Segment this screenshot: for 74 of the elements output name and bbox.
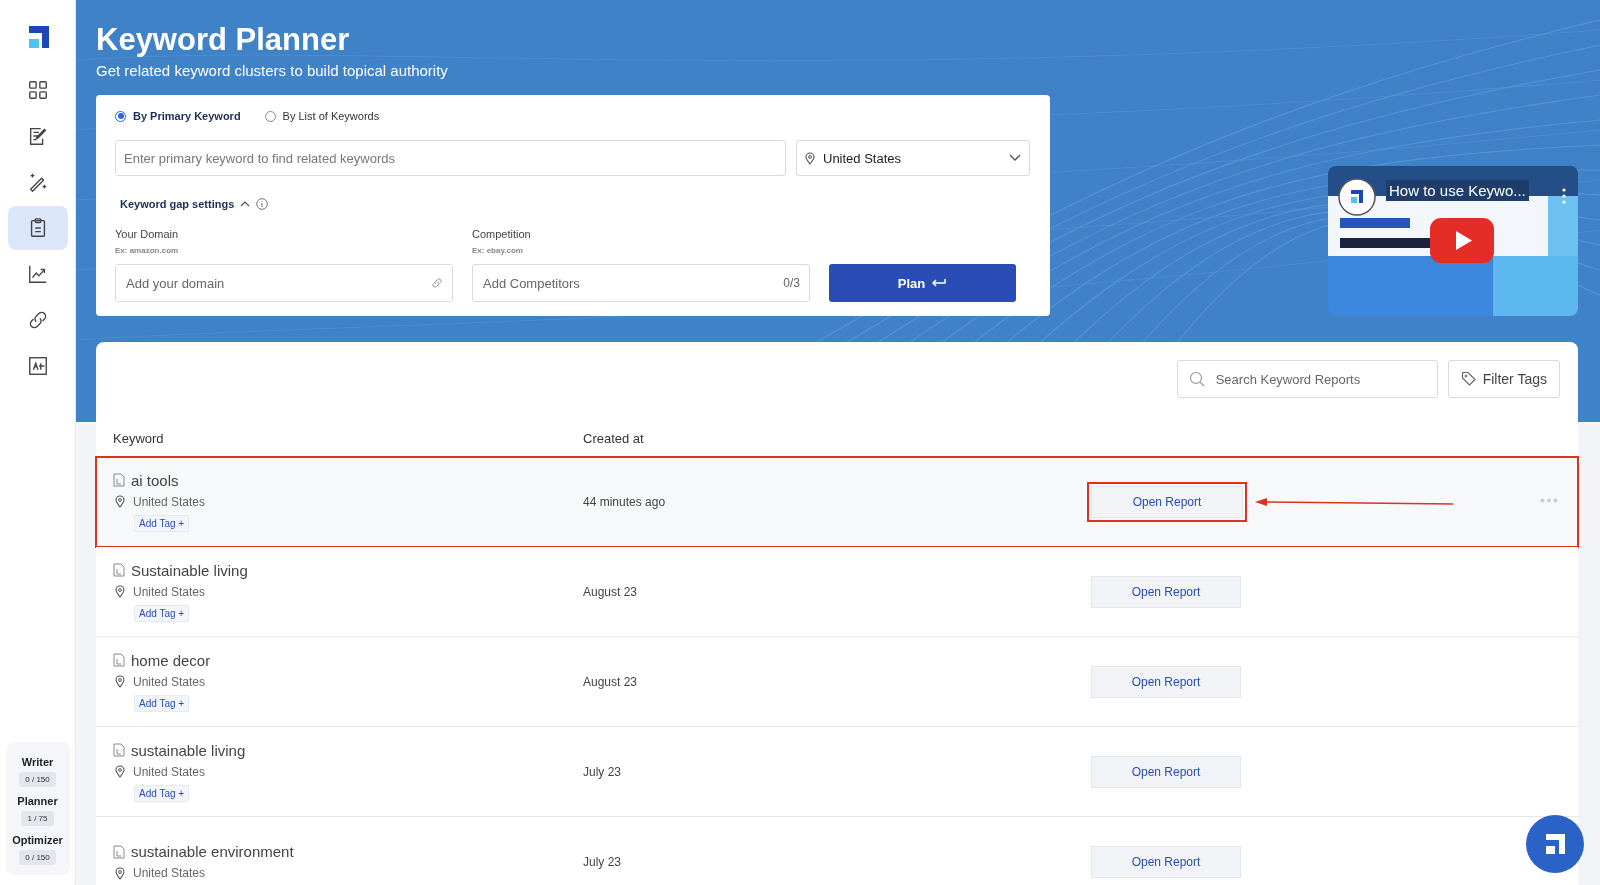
chevron-down-icon xyxy=(1009,154,1021,162)
sidebar-item[interactable] xyxy=(7,206,68,250)
chevron-up-icon xyxy=(240,201,251,207)
domain-field[interactable]: Add your domain xyxy=(115,264,453,302)
document-icon xyxy=(113,473,125,487)
usage-count: 0 / 150 xyxy=(19,772,56,787)
page-subtitle: Get related keyword clusters to build topical authority xyxy=(96,62,449,79)
country-text: United States xyxy=(133,494,206,509)
location-pin-icon xyxy=(115,585,125,598)
search-icon xyxy=(1188,371,1205,387)
more-vertical-icon[interactable] xyxy=(1562,188,1566,204)
document-icon xyxy=(113,844,125,859)
enter-icon xyxy=(931,278,948,288)
location-pin-icon xyxy=(115,866,125,880)
tag-icon xyxy=(1460,371,1477,387)
usage-label: Writer xyxy=(21,756,54,768)
keyword-name[interactable]: sustainable environment xyxy=(131,843,294,860)
filter-tags-button[interactable]: Filter Tags xyxy=(1447,360,1560,398)
channel-logo-icon xyxy=(1338,178,1376,216)
created-date: August 23 xyxy=(583,584,639,599)
created-date: August 23 xyxy=(583,674,639,689)
open-report-button[interactable]: Open Report xyxy=(1091,665,1241,698)
add-tag-button[interactable]: Add Tag + xyxy=(134,514,190,532)
country-dropdown[interactable]: United States xyxy=(796,140,1030,176)
usage-count: 1 / 75 xyxy=(21,811,54,826)
created-date: 44 minutes ago xyxy=(583,494,667,509)
link-icon xyxy=(431,277,443,289)
plan-button[interactable]: Plan xyxy=(829,264,1016,302)
document-icon xyxy=(113,653,125,667)
keyword-name[interactable]: sustainable living xyxy=(131,741,246,759)
page-title: Keyword Planner xyxy=(96,22,351,58)
field-hint: Ex: ebay.com xyxy=(472,246,524,255)
column-header: Keyword xyxy=(113,430,165,446)
keyword-field[interactable]: Enter primary keyword to find related keywords xyxy=(115,140,786,176)
keyword-name[interactable]: ai tools xyxy=(131,471,179,489)
ai-icon xyxy=(26,355,49,377)
usage-count: 0 / 150 xyxy=(19,850,56,865)
gap-settings-toggle[interactable]: Keyword gap settings xyxy=(120,198,235,210)
location-pin-icon xyxy=(115,675,125,688)
location-pin-icon xyxy=(115,765,125,778)
add-tag-button[interactable]: Add Tag + xyxy=(134,784,190,802)
video-title: How to use Keywo... xyxy=(1386,180,1529,201)
document-icon xyxy=(113,563,125,577)
created-date: July 23 xyxy=(583,854,623,869)
usage-label: Planner xyxy=(17,795,58,807)
video-thumbnail[interactable]: How to use Keywo... xyxy=(1328,166,1578,316)
play-icon[interactable] xyxy=(1430,218,1494,263)
competitor-count: 0/3 xyxy=(783,276,800,290)
field-label: Your Domain xyxy=(115,228,180,240)
location-pin-icon xyxy=(805,151,815,165)
search-field[interactable]: Search Keyword Reports xyxy=(1176,360,1438,398)
field-hint: Ex: amazon.com xyxy=(115,246,180,255)
field-label: Competition xyxy=(472,228,532,240)
grid-icon xyxy=(26,79,49,101)
created-date: July 23 xyxy=(583,764,623,779)
open-report-button[interactable]: Open Report xyxy=(1091,845,1241,878)
keyword-name[interactable]: Sustainable living xyxy=(131,561,248,579)
country-text: United States xyxy=(133,866,206,880)
column-header: Created at xyxy=(583,430,645,446)
location-pin-icon xyxy=(115,495,125,508)
mode-radio[interactable]: By Primary Keyword xyxy=(115,110,241,122)
open-report-button[interactable]: Open Report xyxy=(1091,575,1241,608)
document-icon xyxy=(113,743,125,757)
mode-radio[interactable]: By List of Keywords xyxy=(264,110,380,122)
line-chart-icon xyxy=(26,263,49,285)
country-text: United States xyxy=(133,584,206,599)
usage-label: Optimizer xyxy=(12,834,63,846)
info-icon[interactable] xyxy=(256,198,269,210)
add-tag-button[interactable]: Add Tag + xyxy=(134,694,190,712)
country-text: United States xyxy=(133,764,206,779)
country-text: United States xyxy=(133,674,206,689)
open-report-button[interactable]: Open Report xyxy=(1091,755,1241,788)
add-tag-button[interactable]: Add Tag + xyxy=(134,604,190,622)
keyword-name[interactable]: home decor xyxy=(131,651,211,669)
